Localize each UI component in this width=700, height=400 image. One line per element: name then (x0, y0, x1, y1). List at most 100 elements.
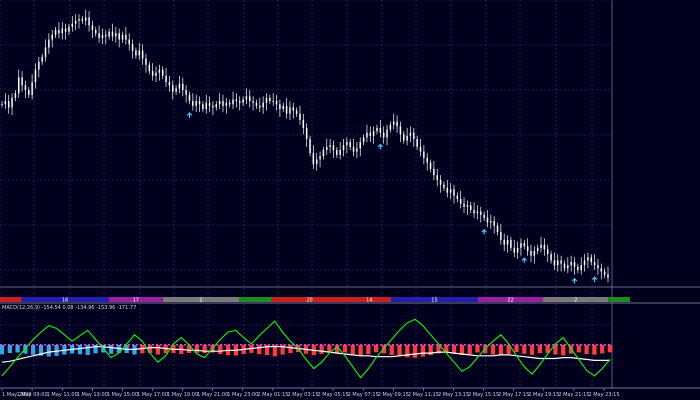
candle-body (208, 102, 211, 106)
candle-body (21, 77, 23, 86)
segment-label-8: 22 (507, 298, 513, 304)
candle-body (262, 102, 264, 108)
candle-body (587, 257, 589, 261)
candle-body (476, 211, 479, 214)
candle-body (295, 110, 298, 114)
candle-body (382, 132, 385, 138)
candle-body (510, 239, 512, 248)
candle-body (138, 50, 141, 56)
candle-body (275, 101, 278, 105)
candle-body (473, 209, 475, 214)
candle-body (302, 120, 305, 128)
candle-body (423, 151, 425, 158)
candle-body (38, 61, 40, 70)
indicator-label: MACD(12,26,9) -154.54 0.08 -134.96 -153.… (2, 305, 136, 311)
segment-label-5: 20 (306, 298, 312, 304)
candle-body (523, 243, 526, 247)
buy-arrows (186, 112, 598, 284)
candle-body (238, 101, 241, 103)
candle-body (161, 69, 164, 76)
candle-body (332, 145, 335, 150)
x-tick-label-2: 1 May 11:00 (47, 392, 78, 398)
segment-label-6: 14 (366, 298, 372, 304)
candle-body (426, 157, 428, 163)
candle-body (245, 96, 248, 100)
candle-body (84, 17, 87, 21)
candle-body (185, 90, 187, 95)
candle-body (54, 30, 57, 35)
candle-body (466, 205, 469, 207)
grid (0, 0, 700, 389)
candle-body (607, 274, 609, 278)
x-tick-label-9: 2 May 01:15 (257, 392, 288, 398)
candle-body (4, 101, 7, 105)
candle-body (319, 156, 321, 160)
candle-body (540, 244, 542, 248)
candle-body (195, 101, 197, 106)
candle-body (553, 260, 556, 266)
candle-body (449, 189, 452, 193)
candle-body (68, 26, 70, 32)
candle-body (389, 124, 392, 130)
candle-body (58, 30, 60, 34)
candle-body (145, 58, 147, 65)
candle-body (342, 145, 345, 150)
candle-body (111, 31, 114, 37)
candle-body (172, 85, 174, 92)
candle-body (480, 211, 482, 215)
segment-label-1: 16 (62, 298, 68, 304)
chart-canvas[interactable]: 16 17 2 20 14 15 22 2 MACD(12,26,9) -154.54 0.0… (0, 0, 700, 400)
candle-body (396, 121, 398, 127)
candle-body (121, 34, 124, 40)
candle-body (379, 127, 382, 133)
candle-body (182, 83, 184, 91)
candle-body (225, 102, 228, 106)
candle-body (560, 260, 562, 264)
candle-body (570, 262, 572, 266)
candle-body (386, 129, 388, 138)
candle-body (44, 47, 47, 57)
x-tick-label-1: 1 May 09:00 (17, 392, 48, 398)
candle-body (289, 107, 291, 114)
x-tick-label-15: 2 May 13:15 (438, 392, 469, 398)
candle-body (409, 132, 412, 136)
candle-body (526, 246, 529, 251)
x-tick-label-18: 2 May 19:15 (528, 392, 559, 398)
candle-body (543, 244, 546, 250)
candle-body (1, 104, 3, 106)
x-tick-label-6: 1 May 19:00 (167, 392, 198, 398)
candle-body (506, 239, 509, 245)
candle-body (178, 83, 181, 89)
candle-body (71, 23, 74, 27)
buy-arrow-icon (521, 257, 528, 264)
candle-body (108, 31, 110, 37)
candle-body (252, 101, 254, 103)
candle-body (443, 184, 445, 188)
candle-body (215, 104, 218, 108)
candle-body (392, 121, 395, 125)
candle-body (218, 101, 221, 105)
x-tick-label-5: 1 May 17:00 (137, 392, 168, 398)
segment-label-9: 2 (574, 298, 577, 304)
candle-body (24, 85, 27, 91)
candle-body (603, 271, 606, 275)
x-tick-label-4: 1 May 15:00 (107, 392, 138, 398)
candle-body (7, 101, 10, 108)
x-tick-label-8: 1 May 23:00 (227, 392, 258, 398)
candle-body (580, 265, 582, 270)
candle-body (292, 107, 295, 111)
candle-body (419, 146, 422, 152)
buy-arrow-icon (571, 277, 578, 284)
candle-body (469, 205, 472, 210)
candle-body (31, 82, 33, 95)
candle-body (282, 105, 284, 109)
candle-body (329, 145, 331, 147)
candle-body (322, 150, 325, 157)
candle-body (259, 105, 261, 108)
candle-body (315, 159, 318, 165)
candle-body (272, 101, 274, 102)
candle-body (265, 97, 268, 103)
candle-body (346, 142, 348, 146)
candle-body (362, 137, 365, 143)
candle-body (336, 150, 338, 155)
